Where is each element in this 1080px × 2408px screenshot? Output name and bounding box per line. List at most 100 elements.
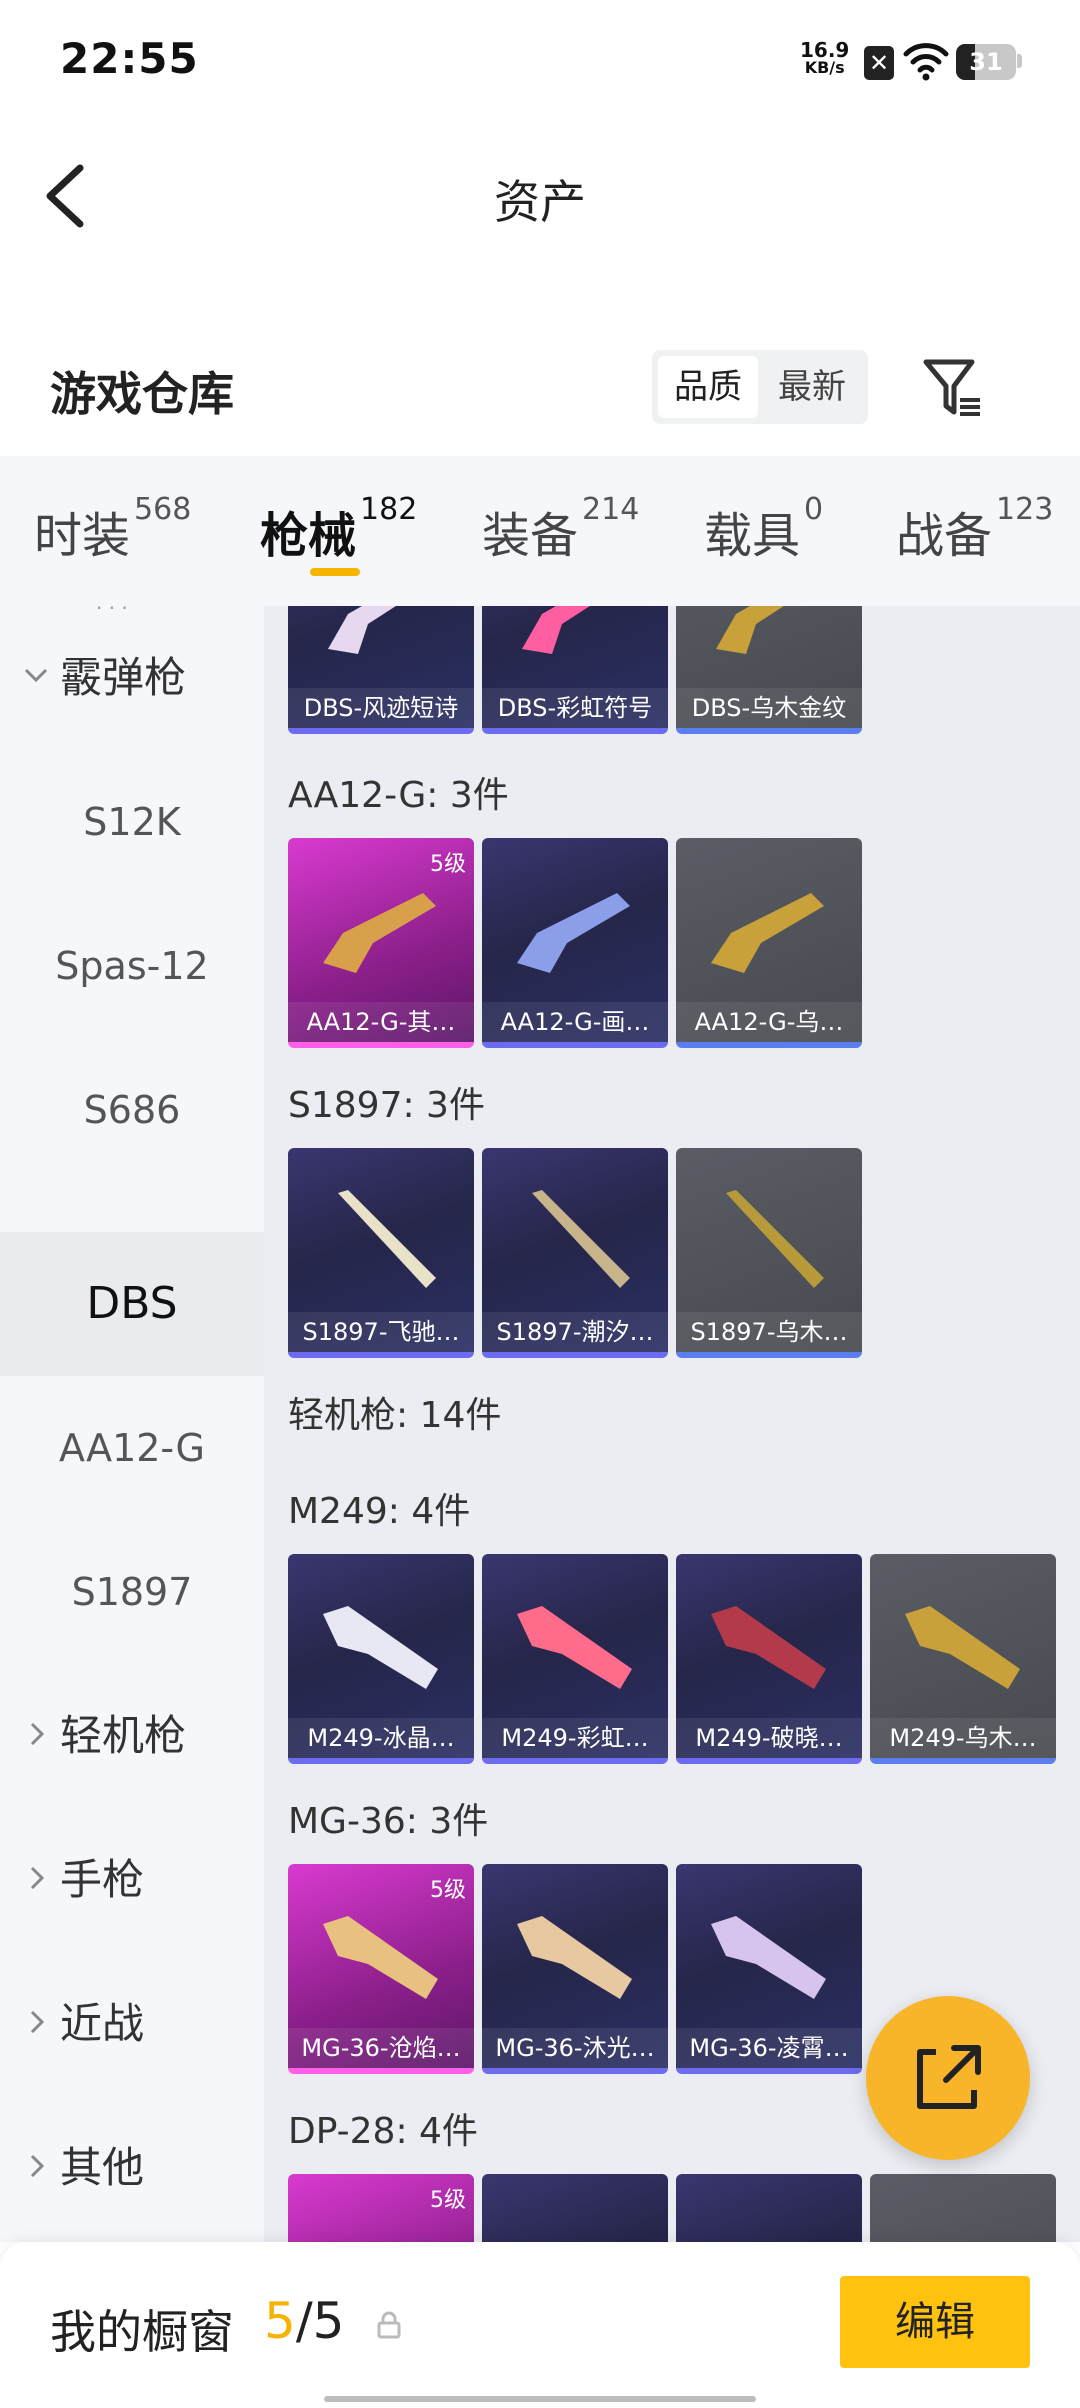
network-speed: 16.9 KB/s	[800, 40, 849, 76]
weapon-card[interactable]: M249-彩虹…	[482, 1554, 668, 1764]
sidebar: · · · 霰弹枪 S12K Spas-12 S686 DBS AA12-G S…	[0, 606, 264, 2242]
weapon-image	[711, 1606, 826, 1689]
group-label: MG-36: 3件	[288, 1801, 489, 1842]
weapon-image	[517, 1606, 632, 1689]
tab-count: 0	[804, 492, 824, 527]
weapon-image	[711, 1916, 826, 1999]
sort-option-latest[interactable]: 最新	[762, 356, 862, 418]
tab-count: 568	[134, 492, 192, 527]
weapon-card[interactable]: AA12-G-画…	[482, 838, 668, 1048]
page-title: 资产	[494, 175, 586, 229]
tab-firearms[interactable]: 枪械 182	[260, 492, 417, 566]
sort-toggle: 品质 最新	[652, 350, 868, 424]
sidebar-group-lmg[interactable]: 轻机枪	[0, 1664, 264, 1808]
sidebar-item-dbs[interactable]: DBS	[0, 1232, 264, 1376]
sidebar-item-label: 霰弹枪	[60, 653, 187, 702]
tab-label: 枪械	[260, 508, 357, 564]
weapon-card[interactable]: M249-乌木…	[870, 1554, 1056, 1764]
filter-icon[interactable]	[920, 356, 984, 420]
weapon-card[interactable]: S1897-飞驰…	[288, 1148, 474, 1358]
sidebar-item-label: 手枪	[60, 1855, 145, 1904]
battery-tip	[1017, 54, 1022, 68]
sidebar-group-melee[interactable]: 近战	[0, 1952, 264, 2096]
showcase-bar: 我的橱窗 5/5 编辑	[0, 2242, 1080, 2408]
sidebar-group-pistol[interactable]: 手枪	[0, 1808, 264, 1952]
sidebar-item-aa12g[interactable]: AA12-G	[0, 1376, 264, 1520]
active-tab-indicator	[310, 568, 360, 576]
weapon-image	[323, 1916, 438, 1999]
weapon-card[interactable]: M249-破晓…	[676, 1554, 862, 1764]
sort-option-quality[interactable]: 品质	[658, 356, 758, 418]
weapon-card[interactable]: 5级	[288, 2174, 474, 2242]
sidebar-item-label: 其他	[60, 2143, 145, 2192]
level-badge: 5级	[430, 2188, 466, 2213]
group-label: DP-28: 4件	[288, 2111, 478, 2152]
weapon-card[interactable]: DBS-风迹短诗	[288, 606, 474, 734]
weapon-image	[328, 606, 396, 654]
tab-label: 时装	[34, 508, 131, 564]
weapon-card[interactable]: MG-36-凌霄…	[676, 1864, 862, 2074]
weapon-card[interactable]: S1897-乌木…	[676, 1148, 862, 1358]
edit-button[interactable]: 编辑	[840, 2276, 1030, 2368]
tab-count: 214	[582, 492, 640, 527]
weapon-card-name: DBS-彩虹符号	[482, 688, 668, 728]
weapon-card[interactable]: 5级 MG-36-沧焰…	[288, 1864, 474, 2074]
group-label: M249: 4件	[288, 1491, 471, 1532]
sidebar-item-s12k[interactable]: S12K	[0, 750, 264, 894]
tab-vehicles[interactable]: 载具 0	[704, 492, 823, 566]
weapon-card-name: MG-36-凌霄…	[676, 2028, 862, 2068]
group-label: S1897: 3件	[288, 1085, 485, 1126]
weapon-card-name: DBS-风迹短诗	[288, 688, 474, 728]
weapon-card[interactable]	[482, 2174, 668, 2242]
share-button[interactable]	[866, 1996, 1030, 2160]
weapon-card[interactable]: AA12-G-乌…	[676, 838, 862, 1048]
showcase-count: 5/5	[264, 2292, 344, 2350]
chevron-right-icon	[30, 2010, 45, 2034]
sidebar-group-shotgun[interactable]: 霰弹枪	[0, 606, 264, 750]
weapon-card[interactable]: MG-36-沐光…	[482, 1864, 668, 2074]
weapon-image	[338, 1190, 436, 1288]
weapon-image	[517, 1916, 632, 1999]
weapon-card[interactable]: 5级 AA12-G-其…	[288, 838, 474, 1048]
chevron-right-icon	[30, 1722, 45, 1746]
battery-level: 31	[969, 48, 1003, 76]
weapon-image	[726, 1190, 824, 1288]
weapon-card[interactable]: M249-冰晶…	[288, 1554, 474, 1764]
category-label: 轻机枪: 14件	[288, 1395, 502, 1436]
weapon-card[interactable]	[676, 2174, 862, 2242]
sidebar-item-label: 近战	[60, 1999, 145, 2048]
showcase-count-separator: /	[295, 2292, 313, 2350]
tab-gear[interactable]: 战备 123	[896, 492, 1053, 566]
battery-icon: 31	[956, 44, 1016, 80]
sidebar-item-spas12[interactable]: Spas-12	[0, 894, 264, 1038]
sidebar-group-other[interactable]: 其他	[0, 2096, 264, 2240]
sidebar-item-s1897[interactable]: S1897	[0, 1520, 264, 1664]
weapon-card-name: AA12-G-画…	[482, 1002, 668, 1042]
tab-equipment[interactable]: 装备 214	[482, 492, 639, 566]
weapon-card[interactable]: DBS-彩虹符号	[482, 606, 668, 734]
weapon-card-name: S1897-乌木…	[676, 1312, 862, 1352]
tab-label: 装备	[482, 508, 579, 564]
status-time: 22:55	[60, 34, 199, 83]
weapon-card[interactable]: DBS-乌木金纹	[676, 606, 862, 734]
weapon-card-name: M249-破晓…	[676, 1718, 862, 1758]
weapon-card-name: S1897-飞驰…	[288, 1312, 474, 1352]
showcase-label: 我的橱窗	[50, 2305, 234, 2359]
weapon-image	[323, 893, 436, 973]
sidebar-item-label: 轻机枪	[60, 1711, 187, 1760]
tab-fashion[interactable]: 时装 568	[34, 492, 191, 566]
weapon-image	[716, 606, 784, 654]
weapon-card[interactable]: S1897-潮汐…	[482, 1148, 668, 1358]
category-tabs: 时装 568 枪械 182 装备 214 载具 0 战备 123	[0, 456, 1080, 606]
network-speed-unit: KB/s	[804, 58, 845, 77]
sidebar-item-s686[interactable]: S686	[0, 1038, 264, 1182]
lock-icon	[377, 2311, 401, 2339]
status-bar: 22:55 16.9 KB/s ✕ 31	[0, 0, 1080, 120]
weapon-image	[522, 606, 590, 654]
weapon-card-name: DBS-乌木金纹	[676, 688, 862, 728]
tab-label: 战备	[896, 508, 993, 564]
chevron-right-icon	[30, 1866, 45, 1890]
weapon-image	[517, 893, 630, 973]
home-indicator	[324, 2396, 756, 2402]
weapon-card[interactable]	[870, 2174, 1056, 2242]
